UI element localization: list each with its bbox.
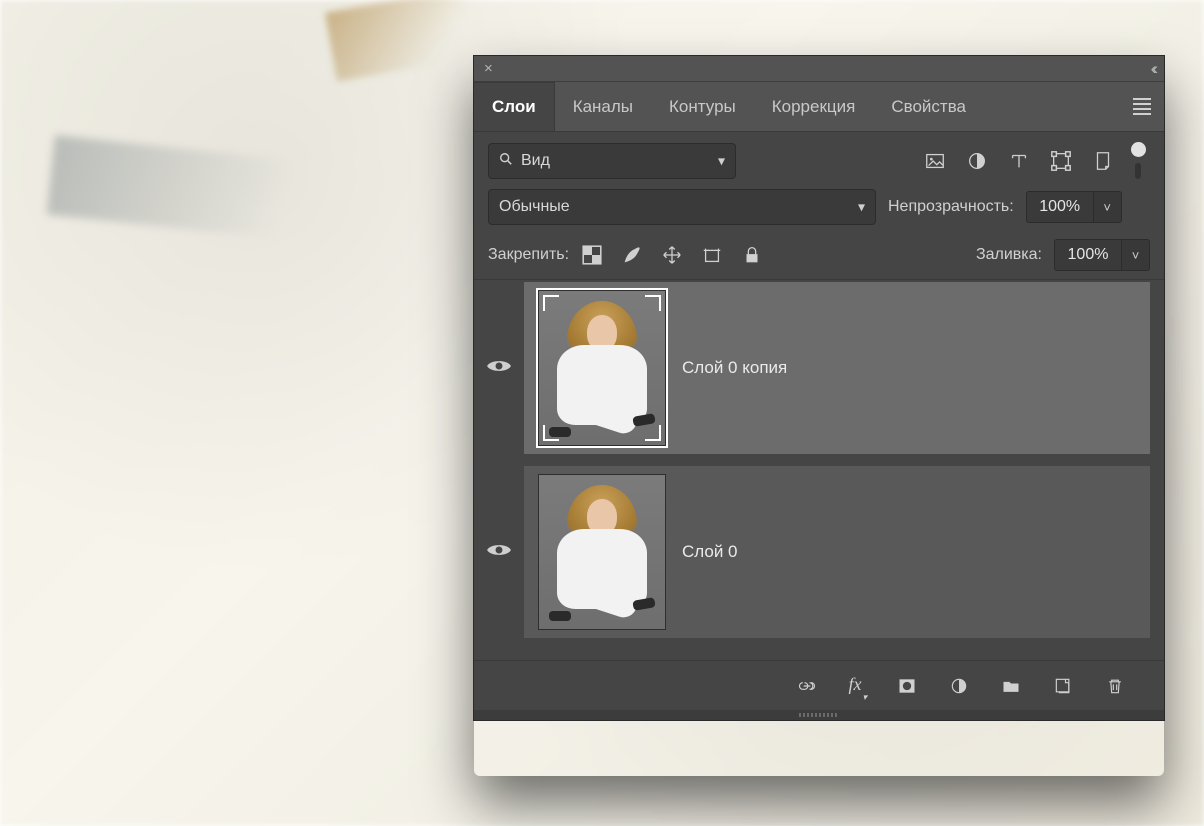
delete-layer-icon[interactable] — [1104, 675, 1126, 697]
layer-thumbnail[interactable] — [538, 290, 666, 446]
filter-shape-icon[interactable] — [1050, 150, 1072, 172]
tab-layers[interactable]: Слои — [474, 82, 555, 131]
tab-properties[interactable]: Свойства — [873, 82, 984, 131]
filter-adjustment-icon[interactable] — [966, 150, 988, 172]
visibility-toggle[interactable] — [474, 466, 524, 638]
panel-footer: fx▾ — [474, 660, 1164, 710]
lock-all-icon[interactable] — [741, 244, 763, 266]
blend-row: Обычные ▾ Непрозрачность: 100% ˅ — [474, 183, 1164, 233]
close-icon[interactable]: × — [484, 60, 493, 77]
lock-row: Закрепить: Заливка: 100% ˅ — [474, 233, 1164, 280]
layer-item[interactable]: Слой 0 копия — [474, 280, 1164, 464]
opacity-chevron[interactable]: ˅ — [1094, 191, 1122, 223]
new-layer-icon[interactable] — [1052, 675, 1074, 697]
tab-label: Коррекция — [772, 97, 856, 117]
filter-type-icon[interactable] — [1008, 150, 1030, 172]
eye-icon — [486, 357, 512, 380]
toggle-knob — [1131, 142, 1146, 157]
filter-toggle[interactable] — [1126, 142, 1150, 179]
eye-icon — [486, 541, 512, 564]
link-layers-icon[interactable] — [796, 675, 818, 697]
layer-body[interactable]: Слой 0 копия — [524, 282, 1150, 454]
lock-label: Закрепить: — [488, 246, 569, 264]
layer-filter-select[interactable]: Вид ▾ — [488, 143, 736, 179]
filter-value: Вид — [521, 152, 550, 170]
fill-label: Заливка: — [976, 246, 1042, 264]
opacity-label: Непрозрачность: — [888, 198, 1014, 216]
layer-item[interactable]: Слой 0 — [474, 464, 1164, 648]
filter-row: Вид ▾ — [474, 132, 1164, 183]
lock-icons — [581, 244, 763, 266]
new-adjustment-icon[interactable] — [948, 675, 970, 697]
lock-artboard-icon[interactable] — [701, 244, 723, 266]
fill-chevron[interactable]: ˅ — [1122, 239, 1150, 271]
panel-titlebar: × ‹‹ — [474, 56, 1164, 82]
chevron-down-icon: ▾ — [858, 199, 865, 216]
panel-menu-button[interactable] — [1120, 82, 1164, 132]
filter-icons — [924, 150, 1114, 172]
tab-paths[interactable]: Контуры — [651, 82, 754, 131]
layer-name[interactable]: Слой 0 копия — [682, 358, 787, 378]
tab-channels[interactable]: Каналы — [555, 82, 651, 131]
tab-adjustments[interactable]: Коррекция — [754, 82, 874, 131]
fill-value: 100% — [1068, 246, 1109, 264]
chevron-down-icon: ▾ — [718, 152, 725, 169]
add-mask-icon[interactable] — [896, 675, 918, 697]
layer-thumbnail[interactable] — [538, 474, 666, 630]
tab-label: Слои — [492, 97, 536, 117]
layer-style-button[interactable]: fx▾ — [848, 674, 866, 698]
tab-label: Контуры — [669, 97, 736, 117]
panel-tabs: Слои Каналы Контуры Коррекция Свойства — [474, 82, 1164, 132]
layers-list: Слой 0 копия Слой 0 — [474, 280, 1164, 660]
layer-body[interactable]: Слой 0 — [524, 466, 1150, 638]
lock-pixels-icon[interactable] — [621, 244, 643, 266]
resize-grip[interactable] — [474, 710, 1164, 720]
lock-position-icon[interactable] — [661, 244, 683, 266]
menu-icon — [1133, 98, 1151, 115]
opacity-input[interactable]: 100% — [1026, 191, 1094, 223]
thumbnail-image — [539, 291, 665, 445]
blend-mode-select[interactable]: Обычные ▾ — [488, 189, 876, 225]
visibility-toggle[interactable] — [474, 282, 524, 454]
search-icon — [499, 152, 513, 169]
toggle-track — [1135, 163, 1141, 179]
thumbnail-image — [539, 475, 665, 629]
layer-name[interactable]: Слой 0 — [682, 542, 738, 562]
lock-transparency-icon[interactable] — [581, 244, 603, 266]
new-group-icon[interactable] — [1000, 675, 1022, 697]
fill-control: 100% ˅ — [1054, 239, 1150, 271]
layers-panel: × ‹‹ Слои Каналы Контуры Коррекция Свойс… — [474, 56, 1164, 720]
filter-pixel-icon[interactable] — [924, 150, 946, 172]
opacity-value: 100% — [1039, 198, 1080, 216]
tab-label: Каналы — [573, 97, 633, 117]
blend-mode-value: Обычные — [499, 198, 570, 216]
collapse-icon[interactable]: ‹‹ — [1151, 59, 1160, 79]
tab-label: Свойства — [891, 97, 966, 117]
opacity-control: 100% ˅ — [1026, 191, 1122, 223]
fill-input[interactable]: 100% — [1054, 239, 1122, 271]
filter-smartobject-icon[interactable] — [1092, 150, 1114, 172]
